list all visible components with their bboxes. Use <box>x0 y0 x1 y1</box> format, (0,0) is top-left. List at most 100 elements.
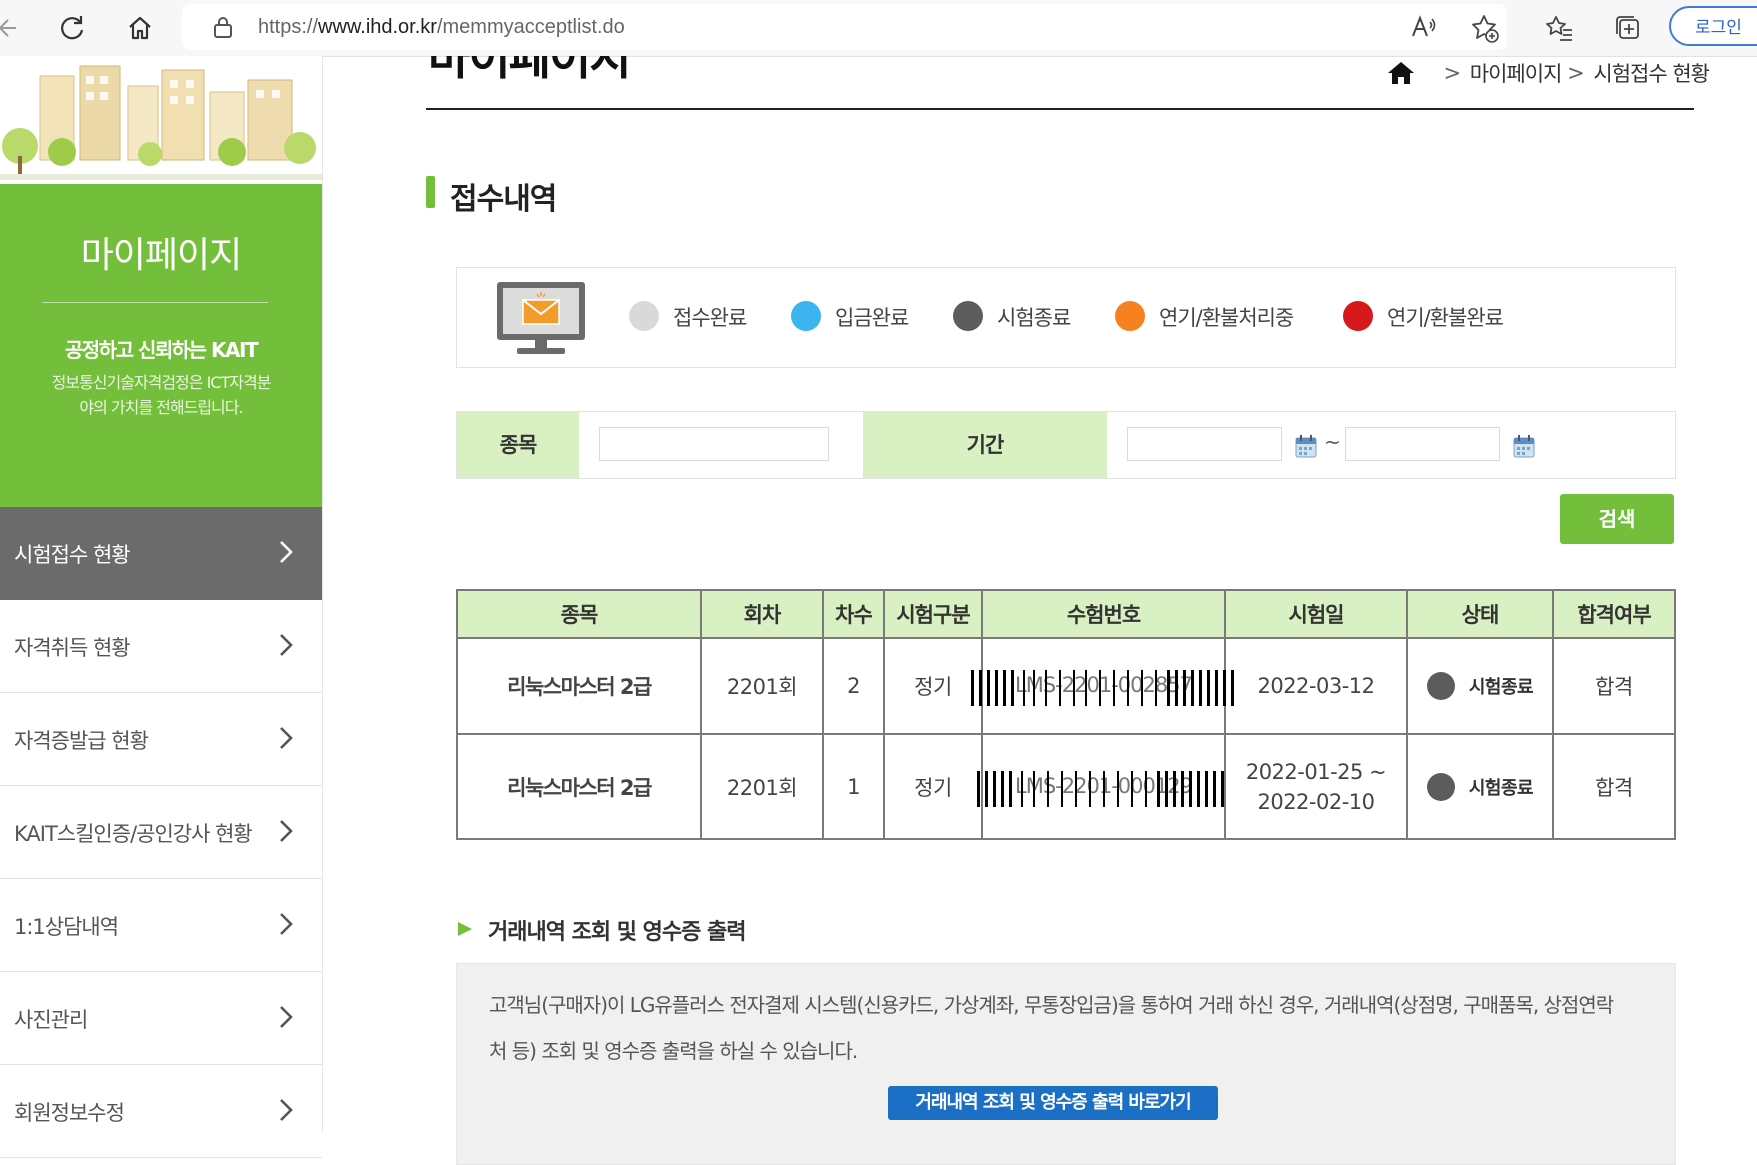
receipt-link-button[interactable]: 거래내역 조회 및 영수증 출력 바로가기 <box>888 1086 1218 1120</box>
order-cell: 1 <box>822 733 885 840</box>
column-header: 차수 <box>822 589 885 639</box>
url-prefix: https:// <box>258 16 319 38</box>
section-title: 접수내역 <box>450 182 557 217</box>
sidebar-item-label: 1:1상담내역 <box>14 915 119 939</box>
redaction-barcode: LMS-2201-002857 <box>971 656 1234 716</box>
sidebar-item-certification-status[interactable]: 자격취득 현황 <box>0 600 322 693</box>
result-cell: 합격 <box>1552 733 1676 840</box>
chevron-right-icon <box>280 913 293 935</box>
date-to-input[interactable] <box>1345 427 1500 461</box>
calendar-icon[interactable] <box>1513 434 1535 458</box>
subject-input[interactable] <box>599 427 829 461</box>
result-cell: 합격 <box>1552 637 1676 735</box>
sidebar-item-label: 자격취득 현황 <box>14 636 131 660</box>
status-dot <box>1426 772 1455 801</box>
column-header: 합격여부 <box>1552 589 1676 639</box>
sidebar-item-label: 자격증발급 현황 <box>14 729 149 753</box>
exam-number-cell: LMS-2201-000129 <box>977 733 1226 840</box>
title-divider <box>426 108 1694 110</box>
search-button[interactable]: 검색 <box>1560 494 1674 544</box>
status-label: 시험종료 <box>1468 777 1534 799</box>
redaction-barcode: LMS-2201-000129 <box>977 757 1224 817</box>
subject-cell: 리눅스마스터 2급 <box>456 637 702 735</box>
breadcrumb: > 마이페이지 > 시험접수 현황 <box>1386 58 1710 88</box>
favorites-icon[interactable] <box>1543 12 1575 44</box>
legend-label: 시험종료 <box>997 306 1071 330</box>
triangle-bullet-icon <box>458 922 472 936</box>
column-header: 시험구분 <box>883 589 983 639</box>
sidebar-title: 마이페이지 <box>80 235 243 276</box>
type-cell: 정기 <box>883 637 983 735</box>
address-bar[interactable]: https://www.ihd.or.kr/memmyacceptlist.do <box>182 4 1507 50</box>
calendar-icon[interactable] <box>1295 434 1317 458</box>
city-illustration <box>0 56 322 180</box>
chevron-right-icon <box>280 541 293 563</box>
sidebar-item-certificate-issuance[interactable]: 자격증발급 현황 <box>0 693 322 786</box>
reload-button[interactable] <box>52 8 92 48</box>
exam-number-cell: LMS-2201-002857 <box>971 637 1234 735</box>
column-header: 상태 <box>1406 589 1554 639</box>
status-dot <box>791 301 821 331</box>
breadcrumb-separator: > <box>1567 61 1585 85</box>
round-cell: 2201회 <box>700 637 824 735</box>
breadcrumb-item-current: 시험접수 현황 <box>1593 62 1710 86</box>
exam-date-start: 2022-01-25 ~ <box>1245 759 1387 784</box>
status-legend: 접수완료 입금완료 시험종료 연기/환불처리중 연기/환불완료 <box>456 267 1676 368</box>
exam-date-end: 2022-02-10 <box>1257 789 1375 814</box>
page-title-area: 마이페이지 <box>322 56 1022 96</box>
read-aloud-icon[interactable] <box>1408 12 1440 44</box>
table-row[interactable]: 리눅스마스터 2급 2201회 2 정기 LMS-2201-002857 202… <box>456 637 1676 735</box>
sidebar-item-label: 시험접수 현황 <box>14 543 131 567</box>
section-marker <box>426 176 435 208</box>
sidebar-item-exam-registration[interactable]: 시험접수 현황 <box>0 507 322 600</box>
lock-icon <box>214 17 232 38</box>
column-header: 회차 <box>700 589 824 639</box>
url-path: /memmyacceptlist.do <box>436 16 625 38</box>
exam-date: 2022-03-12 <box>1257 674 1375 698</box>
date-from-input[interactable] <box>1127 427 1282 461</box>
sidebar-item-consultation[interactable]: 1:1상담내역 <box>0 879 322 972</box>
sidebar: 마이페이지 공정하고 신뢰하는 KAIT 정보통신기술자격검정은 ICT자격분야… <box>0 56 323 1158</box>
period-label: 기간 <box>863 412 1107 478</box>
sidebar-item-photo-management[interactable]: 사진관리 <box>0 972 322 1065</box>
legend-label: 접수완료 <box>673 306 747 330</box>
subject-cell: 리눅스마스터 2급 <box>456 733 702 840</box>
chevron-right-icon <box>280 727 293 749</box>
login-button[interactable]: 로그인 <box>1669 6 1757 46</box>
main-content: 마이페이지 > 마이페이지 > 시험접수 현황 접수내역 접수완료 입금완료 시… <box>322 56 1757 1165</box>
subject-label: 종목 <box>457 412 579 478</box>
sidebar-divider <box>42 302 268 303</box>
chevron-right-icon <box>280 820 293 842</box>
receipt-info-box: 고객님(구매자)이 LG유플러스 전자결제 시스템(신용카드, 가상계좌, 무통… <box>456 963 1676 1165</box>
add-favorite-icon[interactable] <box>1468 12 1500 44</box>
sidebar-item-member-info[interactable]: 회원정보수정 <box>0 1065 322 1158</box>
chevron-right-icon <box>280 634 293 656</box>
status-dot <box>953 301 983 331</box>
registration-table: 종목 회차 차수 시험구분 수험번호 시험일 상태 합격여부 리눅스마스터 2급… <box>456 589 1676 840</box>
monitor-mail-icon <box>497 282 585 354</box>
barcode-redaction-icon <box>977 770 1224 807</box>
collections-icon[interactable] <box>1612 12 1644 44</box>
home-icon[interactable] <box>1386 61 1416 85</box>
table-row[interactable]: 리눅스마스터 2급 2201회 1 정기 LMS-2201-000129 <box>456 733 1676 840</box>
sidebar-item-label: KAIT스킬인증/공인강사 현황 <box>14 822 253 846</box>
type-cell: 정기 <box>883 733 983 840</box>
sidebar-item-skill-certification[interactable]: KAIT스킬인증/공인강사 현황 <box>0 786 322 879</box>
round-cell: 2201회 <box>700 733 824 840</box>
date-range-separator: ~ <box>1324 430 1341 454</box>
home-button[interactable] <box>120 8 160 48</box>
status-dot <box>629 301 659 331</box>
arrow-left-icon <box>0 19 16 37</box>
status-dot <box>1343 301 1373 331</box>
chevron-right-icon <box>280 1099 293 1121</box>
exam-date-cell: 2022-01-25 ~ 2022-02-10 <box>1224 733 1408 840</box>
back-button[interactable] <box>0 8 26 48</box>
barcode-redaction-icon <box>971 670 1234 706</box>
status-dot <box>1115 301 1145 331</box>
reload-icon <box>61 16 84 40</box>
breadcrumb-item-mypage[interactable]: 마이페이지 <box>1470 62 1563 86</box>
home-icon <box>129 16 151 40</box>
column-header: 시험일 <box>1224 589 1408 639</box>
side-menu: 시험접수 현황 자격취득 현황 자격증발급 현황 KAIT스킬인증/공인강사 현… <box>0 507 322 1158</box>
sidebar-description: 정보통신기술자격검정은 ICT자격분야의 가치를 전해드립니다. <box>51 373 272 417</box>
